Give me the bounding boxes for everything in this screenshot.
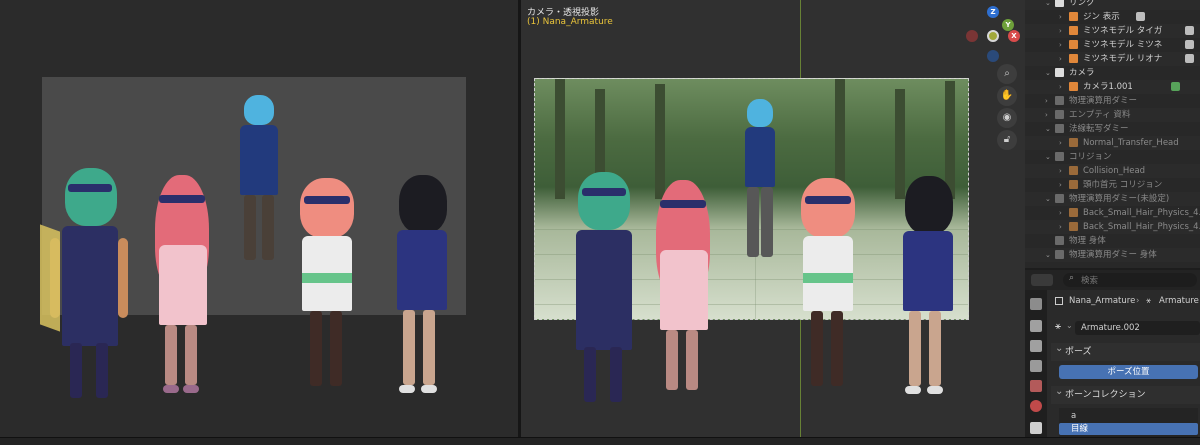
tool-tab-icon[interactable] — [1030, 298, 1042, 310]
lock-icon[interactable]: 🔓︎ — [997, 130, 1017, 150]
navigation-gizmo[interactable]: Z Y X — [964, 6, 1022, 64]
outliner-panel[interactable]: ⌄ リンク › ジン 表示 › ミツネモデル タイガ › ミツネモデル ミツネ … — [1025, 0, 1200, 268]
character-coral-hair-front — [791, 178, 871, 418]
outliner-row[interactable]: › エンプティ 資料 — [1025, 108, 1200, 122]
pose-panel-header[interactable]: ポーズ — [1051, 340, 1200, 361]
left-3d-viewport[interactable] — [0, 0, 518, 437]
output-tab-icon[interactable] — [1030, 340, 1042, 352]
render-tab-icon[interactable] — [1030, 320, 1042, 332]
properties-header: ⌕ 検索 — [1025, 270, 1200, 290]
outliner-row[interactable]: › Back_Small_Hair_Physics_4.L — [1025, 206, 1200, 220]
bone-collections-panel-header[interactable]: ボーンコレクション — [1051, 383, 1200, 404]
outliner-row[interactable]: ⌄ カメラ — [1025, 66, 1200, 80]
chevron-down-icon: ⌄ — [1066, 321, 1073, 330]
view-layer-tab-icon[interactable] — [1030, 360, 1042, 372]
outliner-row[interactable]: › Collision_Head — [1025, 164, 1200, 178]
collection-tab-icon[interactable] — [1030, 422, 1042, 434]
outliner-row[interactable]: › ミツネモデル リオナ — [1025, 52, 1200, 66]
armature-character — [735, 99, 785, 269]
outliner-row[interactable]: › Normal_Transfer_Head — [1025, 136, 1200, 150]
outliner-row[interactable]: › ミツネモデル ミツネ — [1025, 38, 1200, 52]
properties-breadcrumb: Nana_Armature › ⚹ Armature — [1051, 294, 1200, 308]
character-coral-hair — [290, 178, 370, 418]
bone-collection-item[interactable]: a — [1059, 410, 1198, 422]
outliner-row[interactable]: › 物理演算用ダミー — [1025, 94, 1200, 108]
search-field[interactable]: ⌕ 検索 — [1063, 273, 1197, 287]
scene-tab-icon[interactable] — [1030, 380, 1042, 392]
gizmo-center[interactable] — [987, 30, 999, 42]
gizmo-x-axis[interactable]: X — [1008, 30, 1020, 42]
status-bar — [0, 437, 1200, 445]
outliner-row[interactable]: 物理 身体 — [1025, 234, 1200, 248]
bone-collection-list: a 目線 — [1059, 408, 1198, 437]
character-pink-hair-front — [646, 180, 726, 420]
character-black-hair — [385, 175, 455, 415]
gizmo-neg-x[interactable] — [966, 30, 978, 42]
gizmo-z-axis[interactable]: Z — [987, 6, 999, 18]
pan-hand-icon[interactable]: ✋ — [997, 86, 1017, 106]
armature-object-icon — [1055, 297, 1063, 305]
properties-panel[interactable]: ⌕ 検索 Nana_Armature › ⚹ Armature ⚹ ⌄ Arma… — [1025, 270, 1200, 437]
pose-position-button[interactable]: ポーズ位置 — [1059, 365, 1198, 379]
outliner-row[interactable]: › ミツネモデル タイガ — [1025, 24, 1200, 38]
outliner-row[interactable]: › Back_Small_Hair_Physics_4.R — [1025, 220, 1200, 234]
viewport-active-object: (1) Nana_Armature — [527, 17, 613, 27]
character-pink-hair — [145, 175, 225, 415]
search-icon: ⌕ — [1069, 273, 1075, 283]
world-tab-icon[interactable] — [1030, 400, 1042, 412]
character-blue-hair — [228, 95, 288, 275]
search-placeholder: 検索 — [1081, 276, 1099, 286]
armature-data-icon: ⚹ — [1146, 296, 1152, 306]
outliner-row[interactable]: ⌄ コリジョン — [1025, 150, 1200, 164]
outliner-row[interactable]: › ジン 表示 — [1025, 10, 1200, 24]
data-block-selector[interactable]: ⚹ ⌄ Armature.002 — [1051, 320, 1200, 336]
camera-view-icon[interactable]: ◉ — [997, 108, 1017, 128]
character-green-hair-front — [556, 172, 646, 412]
data-block-name-field[interactable]: Armature.002 — [1075, 321, 1200, 335]
outliner-row[interactable]: ⌄ 物理演算用ダミー 身体 — [1025, 248, 1200, 262]
editor-type-icon[interactable] — [1031, 274, 1053, 286]
breadcrumb-chevron-icon: › — [1136, 296, 1140, 306]
character-green-hair — [40, 168, 130, 408]
outliner-row[interactable]: ⌄ リンク — [1025, 0, 1200, 10]
gizmo-neg-z[interactable] — [987, 50, 999, 62]
zoom-icon[interactable]: ⌕ — [997, 64, 1017, 84]
outliner-row[interactable]: ⌄ 物理演算用ダミー(未設定) — [1025, 192, 1200, 206]
character-black-hair-front — [891, 176, 961, 416]
outliner-row[interactable]: › カメラ1.001 — [1025, 80, 1200, 94]
right-3d-viewport[interactable]: カメラ・透視投影 (1) Nana_Armature Z Y X ⌕ ✋ ◉ 🔓… — [521, 0, 1025, 437]
properties-tabs — [1025, 290, 1047, 437]
armature-data-icon: ⚹ — [1055, 321, 1061, 332]
outliner-row[interactable]: ⌄ 法線転写ダミー — [1025, 122, 1200, 136]
bone-collection-item-selected[interactable]: 目線 — [1059, 423, 1198, 435]
outliner-row[interactable]: › 頭巾首元 コリジョン — [1025, 178, 1200, 192]
